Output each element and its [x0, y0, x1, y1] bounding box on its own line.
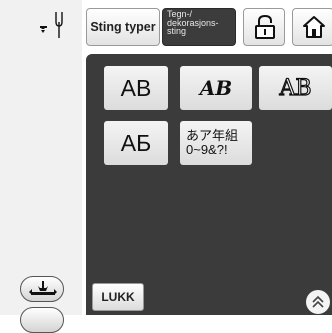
- home-button[interactable]: [292, 8, 332, 46]
- font-sample-script: AB: [199, 76, 233, 100]
- tab-sting-typer-label: Sting typer: [90, 20, 156, 34]
- lock-button[interactable]: [243, 8, 285, 46]
- font-sample-japanese-line2: 0~9&?!: [186, 142, 228, 157]
- tab-sting-typer[interactable]: Sting typer: [86, 8, 160, 46]
- font-button-outline[interactable]: AB: [259, 66, 332, 110]
- lock-icon: [255, 14, 275, 39]
- close-button-label: LUKK: [101, 290, 135, 304]
- close-button[interactable]: LUKK: [92, 283, 144, 311]
- scroll-up-button[interactable]: [306, 290, 330, 314]
- font-button-japanese[interactable]: あア年組 0~9&?!: [180, 121, 252, 165]
- lower-left-button[interactable]: [20, 307, 64, 333]
- font-sample-japanese-line1: あア年組: [186, 128, 239, 143]
- needle-position-icon: [40, 12, 63, 38]
- presser-foot-button[interactable]: [20, 276, 64, 302]
- font-sample-outline: AB: [279, 75, 312, 101]
- font-sample-cyrillic: AБ: [120, 129, 152, 156]
- presser-foot-icon: [29, 281, 57, 295]
- font-button-script[interactable]: AB: [180, 66, 252, 110]
- left-panel: [0, 0, 82, 333]
- double-chevron-up-icon: [312, 295, 324, 308]
- tab-tegn-line3: sting: [167, 26, 187, 36]
- font-button-gothic[interactable]: AB: [104, 66, 168, 110]
- tab-tegn-dekorasjons-sting[interactable]: Tegn-/ dekorasjons- sting: [162, 8, 236, 46]
- font-button-cyrillic[interactable]: AБ: [104, 121, 168, 165]
- home-icon: [303, 16, 325, 38]
- font-sample-gothic: AB: [120, 74, 152, 101]
